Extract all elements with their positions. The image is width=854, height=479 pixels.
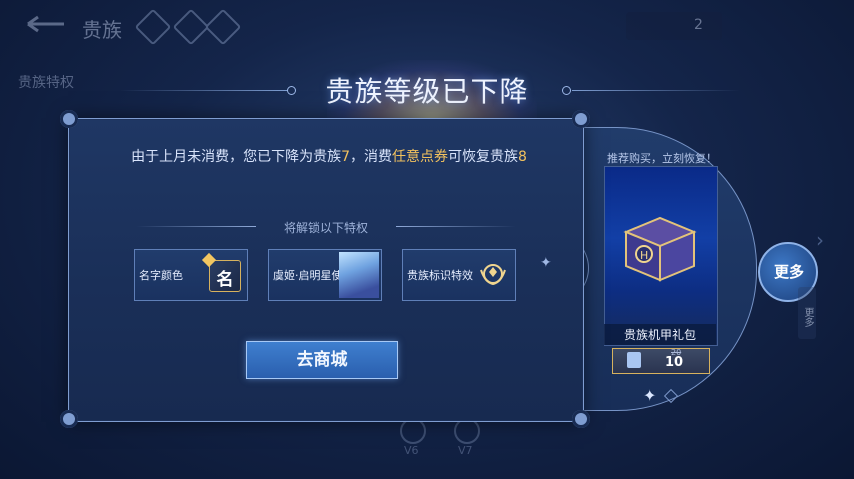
buy-price-button[interactable]: 20 10 bbox=[612, 348, 710, 374]
name-color-icon: 名 bbox=[201, 252, 241, 292]
star-decoration-icon: ✦ bbox=[540, 255, 552, 271]
noble-badge-icon bbox=[172, 8, 210, 46]
unlock-header: 将解锁以下特权 bbox=[116, 219, 536, 235]
background-level-label: V7 bbox=[458, 444, 473, 457]
noble-badge-icon bbox=[204, 8, 242, 46]
gift-pack-name: 贵族机甲礼包 bbox=[604, 324, 716, 345]
panel-corner-decoration bbox=[572, 110, 590, 128]
panel-corner-decoration bbox=[572, 410, 590, 428]
downgrade-message: 由于上月未消费，您已下降为贵族7，消费任意点券可恢复贵族8 bbox=[131, 149, 527, 165]
hero-skin-portrait bbox=[339, 252, 379, 298]
unlock-title: 将解锁以下特权 bbox=[283, 221, 368, 235]
sparkle-icon: ✦ bbox=[643, 386, 657, 405]
perk-label: 名字颜色 bbox=[139, 269, 183, 282]
dialog-title: 贵族等级已下降 bbox=[325, 75, 529, 108]
back-arrow-icon[interactable] bbox=[24, 14, 68, 34]
dialog-title-bar: 贵族等级已下降 bbox=[0, 60, 854, 140]
perk-skin[interactable]: 虞姬·启明星使 bbox=[268, 249, 382, 301]
perk-name-color[interactable]: 名字颜色 名 bbox=[134, 249, 248, 301]
more-side-tab[interactable]: 更多 bbox=[798, 287, 816, 339]
more-button-label: 更多 bbox=[774, 263, 805, 281]
noble-emblem-icon bbox=[480, 264, 506, 286]
current-level: 7 bbox=[341, 149, 350, 165]
background-currency-counter: 2 bbox=[626, 12, 722, 40]
chevron-right-icon[interactable]: › bbox=[816, 228, 824, 252]
background-top-bar: 贵族 2 bbox=[0, 0, 854, 52]
current-price: 10 bbox=[665, 355, 684, 370]
panel-corner-decoration bbox=[60, 410, 78, 428]
panel-corner-decoration bbox=[60, 110, 78, 128]
perk-label: 贵族标识特效 bbox=[407, 269, 473, 282]
restore-level: 8 bbox=[518, 149, 527, 165]
background-page-title: 贵族 bbox=[82, 18, 122, 42]
svg-text:H: H bbox=[640, 249, 648, 262]
unlock-divider-right bbox=[396, 226, 516, 227]
background-level-label: V6 bbox=[404, 444, 419, 457]
recommend-title: 推荐购买，立刻恢复！ bbox=[607, 152, 717, 165]
perk-noble-emblem[interactable]: 贵族标识特效 bbox=[402, 249, 516, 301]
treasure-chest-icon: H bbox=[623, 216, 697, 282]
highlight-coupon: 任意点券 bbox=[392, 149, 448, 165]
coupon-ticket-icon bbox=[627, 352, 641, 368]
noble-badge-icon bbox=[134, 8, 172, 46]
go-to-shop-button[interactable]: 去商城 bbox=[246, 341, 398, 379]
perk-label: 虞姬·启明星使 bbox=[273, 269, 343, 282]
